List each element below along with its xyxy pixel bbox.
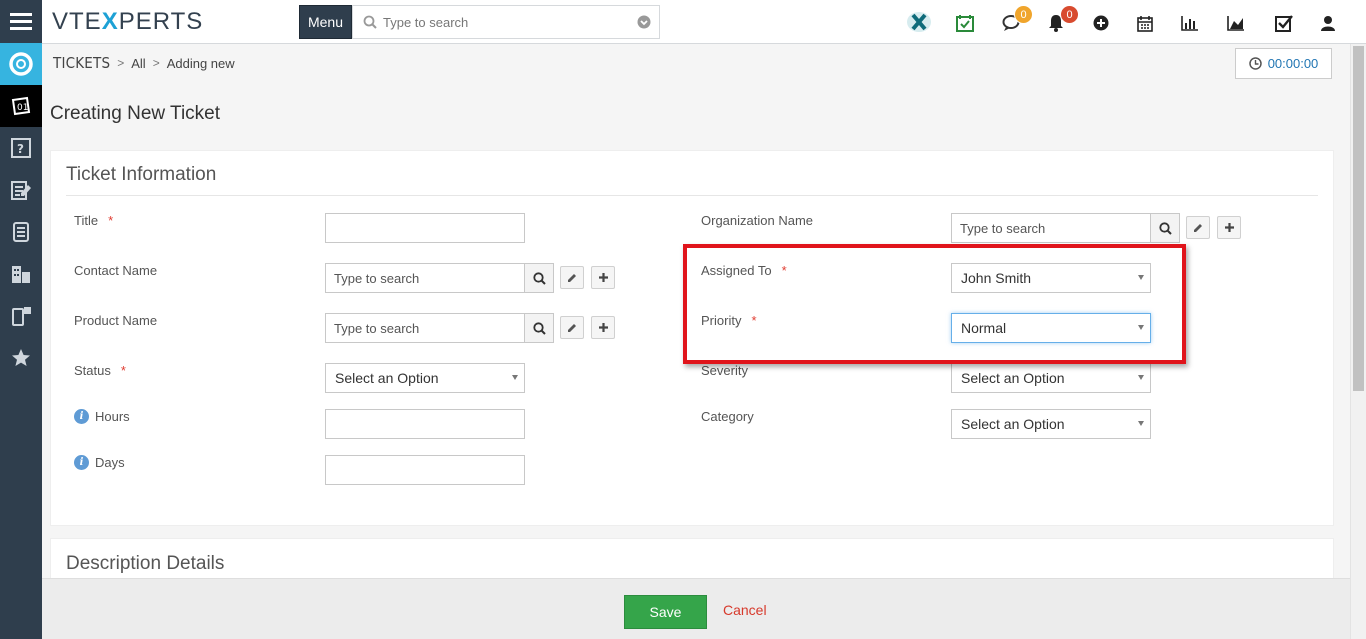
- contact-search-button[interactable]: [524, 263, 554, 293]
- chat-count-badge: 0: [1014, 5, 1033, 24]
- contact-edit-button[interactable]: [560, 266, 584, 289]
- page-scrollbar[interactable]: [1350, 44, 1366, 639]
- contact-name-label: Contact Name: [74, 263, 158, 278]
- pencil-icon: [568, 273, 576, 282]
- organizations-icon[interactable]: [0, 253, 42, 295]
- highlight-annotation-box: [683, 244, 1186, 364]
- scrollbar-thumb[interactable]: [1353, 46, 1364, 391]
- plus-icon: [598, 273, 608, 282]
- category-label: Category: [701, 409, 754, 424]
- search-icon: [1158, 221, 1172, 235]
- area-chart-icon[interactable]: [1227, 13, 1245, 33]
- invoice-icon[interactable]: [0, 211, 42, 253]
- tickets-icon[interactable]: 01: [0, 85, 42, 127]
- svg-text:?: ?: [17, 142, 24, 156]
- divider: [66, 195, 1318, 196]
- search-icon: [532, 271, 546, 285]
- favorites-star-icon[interactable]: [0, 337, 42, 379]
- organization-name-input[interactable]: Type to search: [951, 213, 1151, 243]
- breadcrumb: TICKETS > All > Adding new: [53, 54, 235, 72]
- mobile-devices-icon[interactable]: [0, 295, 42, 337]
- info-icon[interactable]: i: [74, 409, 89, 424]
- organization-name-label: Organization Name: [701, 213, 813, 228]
- status-select[interactable]: Select an Option: [325, 363, 525, 393]
- hamburger-menu-icon[interactable]: [0, 0, 42, 42]
- search-icon: [532, 321, 546, 335]
- svg-text:01: 01: [17, 103, 28, 113]
- menu-button[interactable]: Menu: [299, 5, 352, 39]
- product-name-label: Product Name: [74, 313, 158, 328]
- chevron-down-icon[interactable]: [637, 15, 651, 29]
- user-profile-icon[interactable]: [1321, 13, 1335, 33]
- form-footer: Save Cancel: [42, 578, 1350, 639]
- organization-add-button[interactable]: [1217, 216, 1241, 239]
- info-icon[interactable]: i: [74, 455, 89, 470]
- quick-create-plus-icon[interactable]: [1093, 13, 1109, 33]
- breadcrumb-filter[interactable]: All: [131, 56, 145, 71]
- clock-icon: [1248, 57, 1262, 70]
- timer-value: 00:00:00: [1267, 56, 1319, 71]
- contact-name-input[interactable]: Type to search: [325, 263, 525, 293]
- documents-icon[interactable]: [0, 169, 42, 211]
- breadcrumb-action: Adding new: [166, 55, 235, 71]
- search-icon: [363, 15, 377, 29]
- timer-button[interactable]: 00:00:00: [1235, 48, 1332, 79]
- title-label: Title *: [74, 213, 114, 228]
- dropdown-arrow-icon: [1138, 421, 1144, 426]
- pencil-icon: [1194, 223, 1202, 232]
- dropdown-arrow-icon: [512, 375, 518, 380]
- product-name-input[interactable]: Type to search: [325, 313, 525, 343]
- product-add-button[interactable]: [591, 316, 615, 339]
- hours-input[interactable]: [325, 409, 525, 439]
- organization-edit-button[interactable]: [1186, 216, 1210, 239]
- ticket-information-heading: Ticket Information: [66, 164, 217, 185]
- category-select[interactable]: Select an Option: [951, 409, 1151, 439]
- save-button[interactable]: Save: [624, 595, 707, 629]
- chevron-right-icon: >: [152, 56, 160, 70]
- pencil-icon: [568, 323, 576, 332]
- tasks-checkbox-icon[interactable]: [1275, 13, 1293, 33]
- description-details-heading: Description Details: [66, 553, 225, 574]
- title-input[interactable]: [325, 213, 525, 243]
- calendar-icon[interactable]: [1137, 13, 1153, 33]
- product-search-button[interactable]: [524, 313, 554, 343]
- cancel-link[interactable]: Cancel: [723, 602, 767, 618]
- days-label: i Days: [74, 455, 125, 470]
- faq-icon[interactable]: ?: [0, 127, 42, 169]
- vtexperts-logo[interactable]: VTEXPERTS: [52, 8, 203, 36]
- contact-add-button[interactable]: [591, 266, 615, 289]
- global-search-input[interactable]: Type to search: [352, 5, 660, 39]
- plus-icon: [1224, 223, 1234, 232]
- severity-label: Severity: [701, 363, 748, 378]
- support-lifebuoy-icon[interactable]: [0, 43, 42, 85]
- sidebar: 01 ?: [0, 0, 42, 639]
- chat-icon[interactable]: 0: [1002, 5, 1033, 33]
- product-edit-button[interactable]: [560, 316, 584, 339]
- plus-icon: [598, 323, 608, 332]
- dropdown-arrow-icon: [1138, 375, 1144, 380]
- page-title: Creating New Ticket: [50, 103, 221, 124]
- top-bar: VTEXPERTS Menu Type to search 0 0: [42, 0, 1366, 44]
- days-input[interactable]: [325, 455, 525, 485]
- breadcrumb-module[interactable]: TICKETS: [53, 54, 110, 72]
- reports-bar-chart-icon[interactable]: [1181, 13, 1199, 33]
- notification-count-badge: 0: [1060, 5, 1079, 24]
- severity-select[interactable]: Select an Option: [951, 363, 1151, 393]
- status-label: Status *: [74, 363, 126, 378]
- search-placeholder: Type to search: [383, 14, 469, 30]
- vtexperts-x-icon[interactable]: [906, 12, 932, 32]
- hours-label: i Hours: [74, 409, 130, 424]
- notification-bell-icon[interactable]: 0: [1048, 5, 1079, 33]
- calendar-check-icon[interactable]: [956, 13, 974, 33]
- organization-search-button[interactable]: [1150, 213, 1180, 243]
- chevron-right-icon: >: [117, 56, 125, 70]
